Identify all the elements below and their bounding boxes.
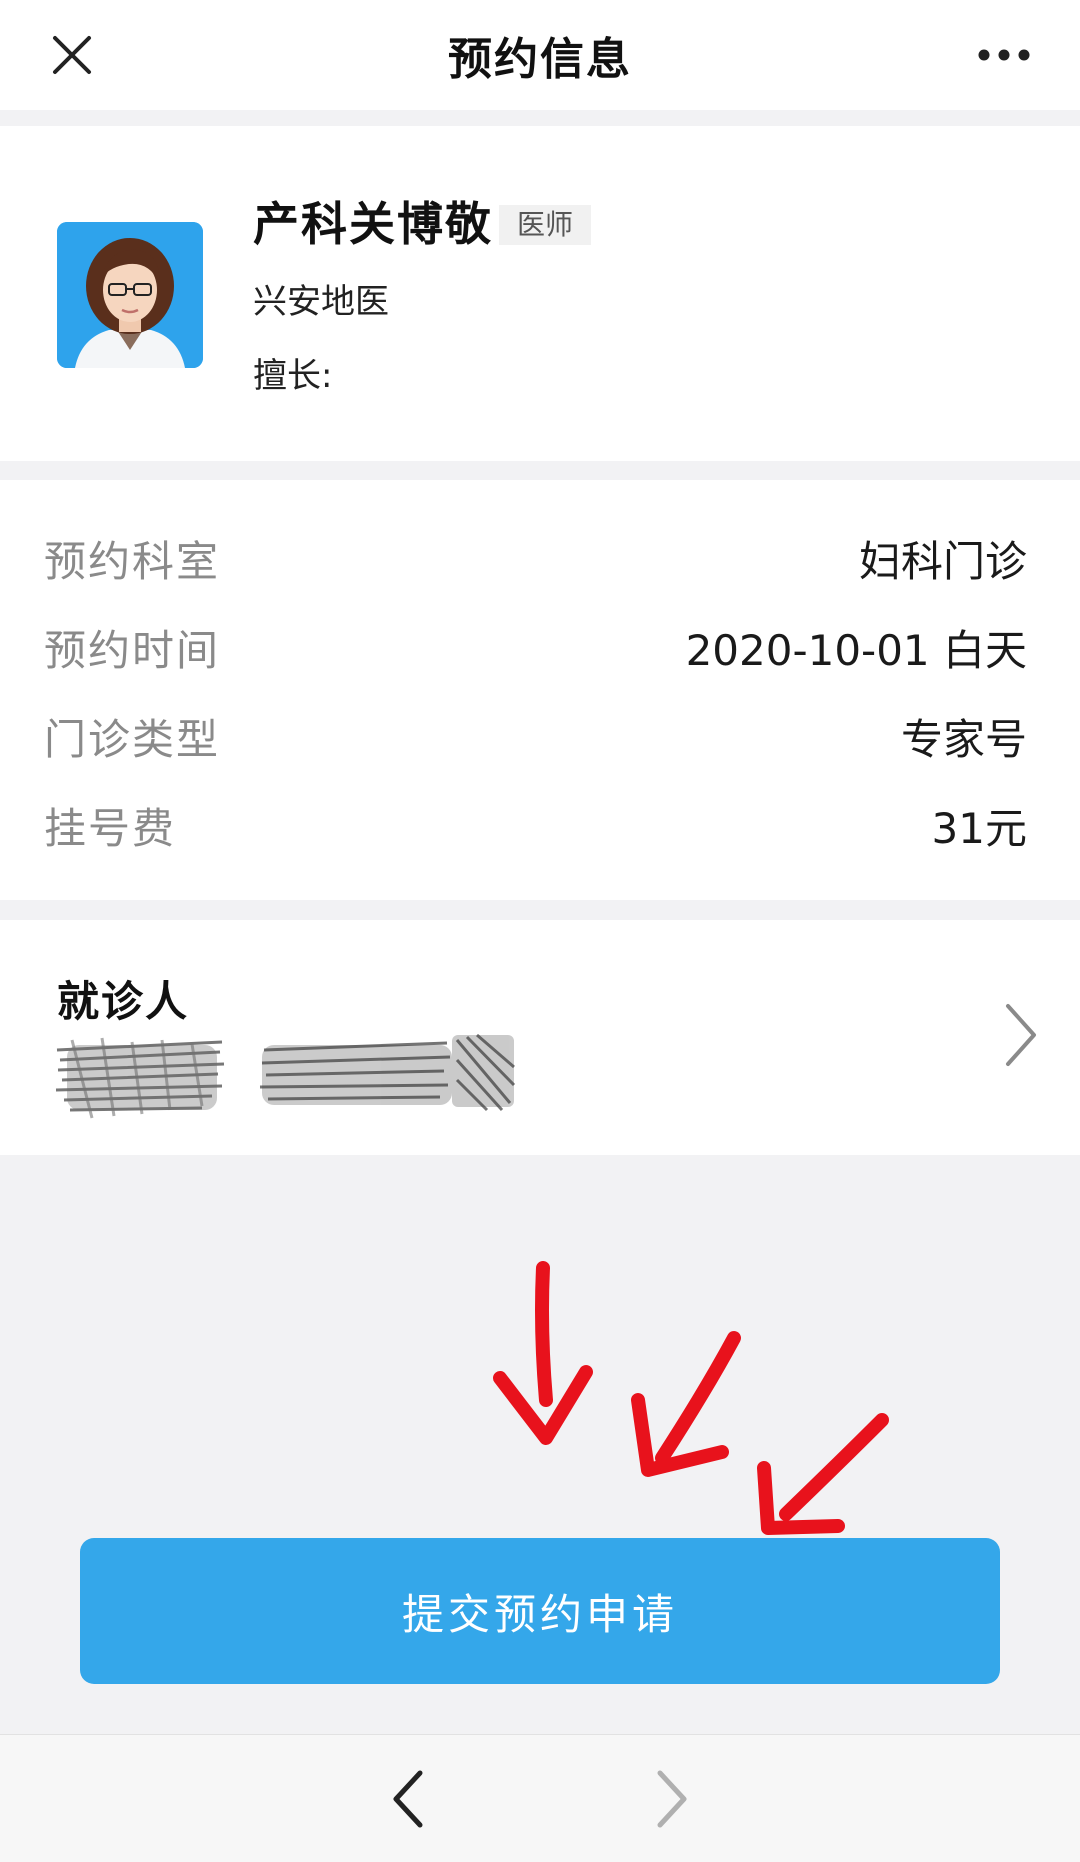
info-label: 预约时间 <box>44 625 221 675</box>
annotation-arrow-icon <box>631 1331 741 1477</box>
redacted-patient-name <box>55 1037 225 1119</box>
appointment-info-card: 预约科室 妇科门诊 预约时间 2020-10-01 白天 门诊类型 专家号 挂号… <box>0 480 1080 900</box>
info-row-fee: 挂号费 31元 <box>0 795 1080 855</box>
patient-title: 就诊人 <box>57 977 190 1026</box>
doctor-name: 产科关博敬 <box>253 197 493 251</box>
page-title: 预约信息 <box>448 34 632 85</box>
info-row-time: 预约时间 2020-10-01 白天 <box>0 617 1080 677</box>
page: 预约信息 产科关博敬 医师 兴安地医 擅长: 预约科室 妇科门诊 预约时间 20… <box>0 0 1080 1862</box>
annotation-arrow-icon <box>493 1261 593 1445</box>
submit-appointment-button[interactable]: 提交预约申请 <box>80 1538 1000 1684</box>
chevron-right-icon[interactable] <box>652 1767 692 1831</box>
info-label: 预约科室 <box>44 536 221 586</box>
close-icon <box>53 36 91 74</box>
doctor-hospital: 兴安地医 <box>253 282 389 322</box>
more-dots-icon <box>978 49 1030 61</box>
info-row-department: 预约科室 妇科门诊 <box>0 528 1080 588</box>
info-value: 妇科门诊 <box>858 536 1027 586</box>
more-button[interactable] <box>968 27 1040 83</box>
top-nav-bar: 预约信息 <box>0 0 1080 110</box>
info-label: 挂号费 <box>44 803 177 853</box>
doctor-specialty-label: 擅长: <box>253 356 333 396</box>
doctor-avatar <box>57 222 203 368</box>
patient-selector[interactable]: 就诊人 <box>0 920 1080 1155</box>
doctor-card: 产科关博敬 医师 兴安地医 擅长: <box>0 126 1080 461</box>
annotation-arrow-icon <box>757 1413 889 1535</box>
doctor-title-badge: 医师 <box>499 205 592 245</box>
info-value: 31元 <box>931 803 1027 853</box>
info-row-clinic-type: 门诊类型 专家号 <box>0 706 1080 766</box>
close-button[interactable] <box>44 27 100 83</box>
chevron-left-icon[interactable] <box>388 1767 428 1831</box>
info-label: 门诊类型 <box>44 714 221 764</box>
info-value: 2020-10-01 白天 <box>685 625 1027 675</box>
chevron-right-icon <box>1006 1004 1036 1066</box>
doctor-avatar-photo <box>57 222 203 368</box>
redacted-patient-info <box>259 1033 516 1112</box>
info-value: 专家号 <box>900 714 1027 764</box>
browser-nav-bar <box>0 1734 1080 1862</box>
